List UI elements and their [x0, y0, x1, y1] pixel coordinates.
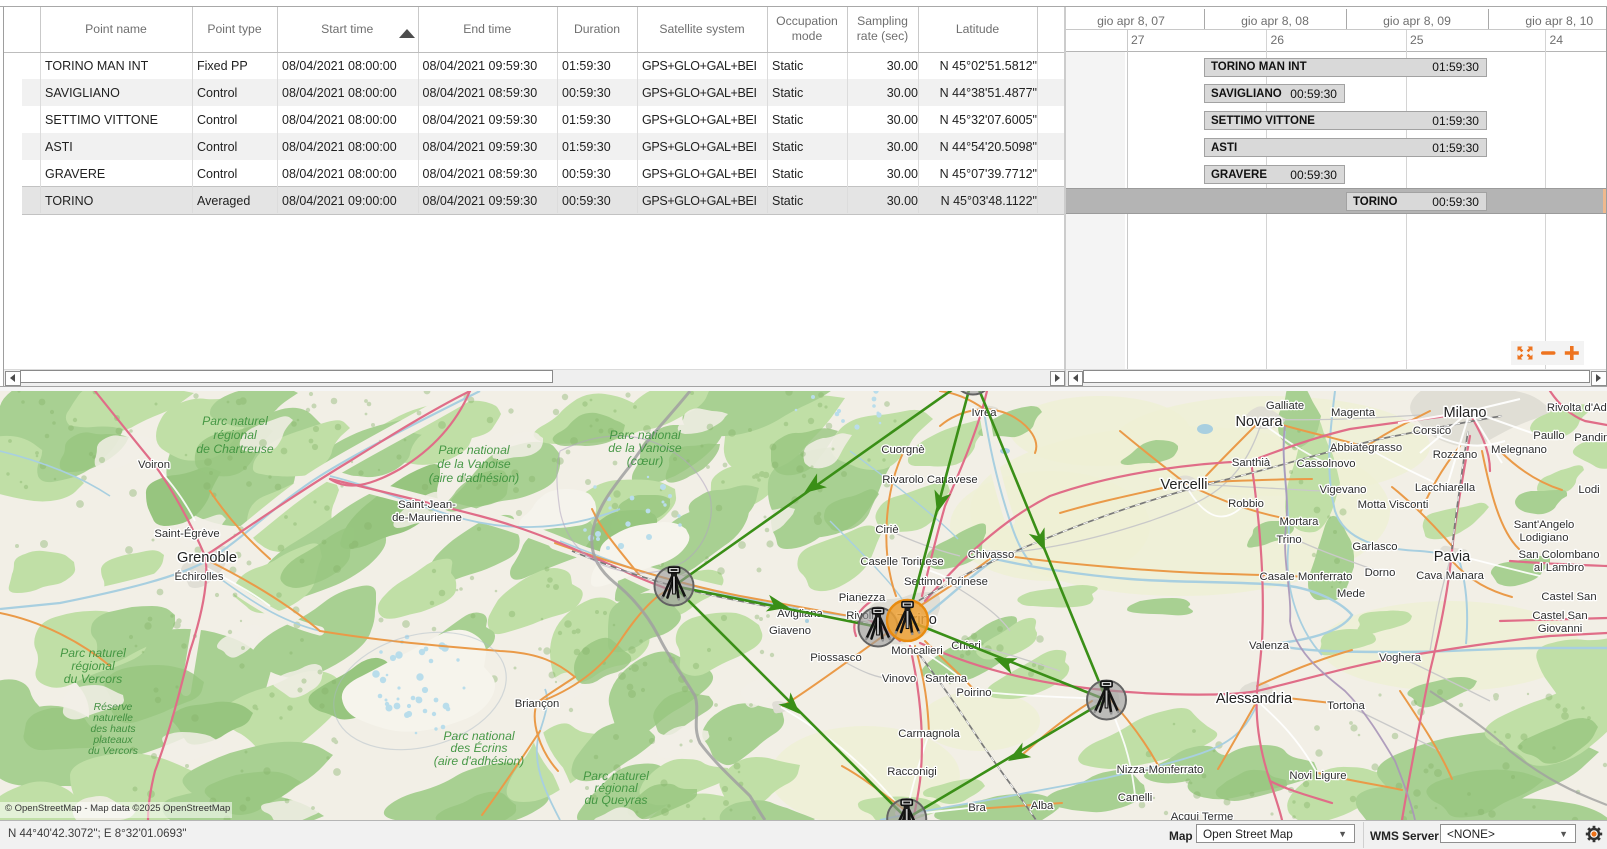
svg-text:Parc national: Parc national — [438, 443, 509, 457]
svg-text:Canelli: Canelli — [1118, 792, 1153, 804]
svg-text:Nizza-Monferrato: Nizza-Monferrato — [1117, 764, 1204, 776]
svg-text:Parc national: Parc national — [609, 428, 680, 442]
svg-text:Acqui Terme: Acqui Terme — [1171, 811, 1234, 820]
svg-text:de Chartreuse: de Chartreuse — [196, 442, 273, 456]
svg-text:Grenoble: Grenoble — [177, 550, 237, 566]
svg-text:Lodi: Lodi — [1578, 484, 1599, 496]
svg-text:(cœur): (cœur) — [627, 454, 664, 468]
svg-text:du Vercors: du Vercors — [64, 672, 122, 686]
svg-text:Trino: Trino — [1276, 534, 1301, 546]
svg-text:Paullo: Paullo — [1533, 430, 1564, 442]
svg-text:de-Maurienne: de-Maurienne — [392, 512, 462, 524]
svg-text:Voghera: Voghera — [1379, 652, 1422, 664]
svg-text:Bra: Bra — [968, 802, 986, 814]
svg-text:Castel San: Castel San — [1532, 610, 1587, 622]
svg-text:Mortara: Mortara — [1280, 516, 1320, 528]
svg-text:Rivarolo Canavese: Rivarolo Canavese — [882, 474, 977, 486]
svg-text:Dorno: Dorno — [1365, 567, 1396, 579]
svg-text:Chieri: Chieri — [951, 640, 981, 652]
svg-text:Ivrea: Ivrea — [971, 407, 997, 419]
svg-text:Pavia: Pavia — [1434, 549, 1471, 565]
svg-text:Castel San: Castel San — [1541, 591, 1596, 603]
svg-text:Lodigiano: Lodigiano — [1520, 532, 1569, 544]
svg-text:al Lambro: al Lambro — [1534, 562, 1584, 574]
svg-text:des hauts: des hauts — [90, 724, 135, 735]
svg-text:(aire d'adhésion): (aire d'adhésion) — [434, 754, 524, 768]
svg-text:Lacchiarella: Lacchiarella — [1415, 482, 1476, 494]
svg-text:Robbio: Robbio — [1228, 498, 1264, 510]
svg-text:Cuorgnè: Cuorgnè — [881, 444, 924, 456]
svg-text:Milano: Milano — [1444, 405, 1487, 421]
svg-text:Cassolnovo: Cassolnovo — [1296, 458, 1355, 470]
svg-text:Corsico: Corsico — [1413, 425, 1451, 437]
svg-text:du Queyras: du Queyras — [584, 793, 647, 807]
svg-text:Caselle Torinese: Caselle Torinese — [860, 556, 943, 568]
svg-text:Saint-Jean-: Saint-Jean- — [398, 499, 456, 511]
svg-text:Moncalieri: Moncalieri — [891, 645, 942, 657]
svg-text:Pianezza: Pianezza — [839, 592, 886, 604]
svg-text:Parc naturel: Parc naturel — [202, 414, 268, 428]
svg-text:Piossasco: Piossasco — [810, 652, 862, 664]
svg-text:Carmagnola: Carmagnola — [898, 728, 960, 740]
svg-text:Magenta: Magenta — [1331, 407, 1376, 419]
svg-text:plateaux: plateaux — [92, 735, 133, 746]
svg-text:Novi Ligure: Novi Ligure — [1289, 770, 1346, 782]
svg-text:de la Vanoise: de la Vanoise — [608, 441, 682, 455]
svg-text:Vinovo: Vinovo — [882, 673, 916, 685]
svg-text:Parc naturel: Parc naturel — [60, 646, 126, 660]
svg-text:Santena: Santena — [925, 673, 968, 685]
svg-text:Melegnano: Melegnano — [1491, 444, 1547, 456]
svg-text:Giaveno: Giaveno — [769, 625, 811, 637]
svg-text:Saint-Égrève: Saint-Égrève — [154, 527, 219, 540]
svg-text:Ciriè: Ciriè — [875, 524, 898, 536]
svg-text:Valenza: Valenza — [1249, 640, 1290, 652]
svg-text:Échirolles: Échirolles — [175, 570, 224, 583]
svg-text:Alba: Alba — [1031, 800, 1054, 812]
svg-text:Poirino: Poirino — [956, 687, 991, 699]
svg-text:régional: régional — [71, 659, 115, 673]
svg-text:Giovanni: Giovanni — [1538, 623, 1583, 635]
svg-text:naturelle: naturelle — [93, 713, 133, 724]
svg-text:Tortona: Tortona — [1327, 700, 1365, 712]
svg-text:Santhià: Santhià — [1232, 457, 1271, 469]
svg-text:Cava Manara: Cava Manara — [1416, 570, 1485, 582]
svg-text:Rivolta d'Add: Rivolta d'Add — [1547, 402, 1607, 414]
svg-text:Racconigi: Racconigi — [887, 766, 937, 778]
svg-text:régional: régional — [213, 428, 257, 442]
svg-text:du Vercors: du Vercors — [88, 746, 138, 757]
svg-text:Novara: Novara — [1235, 414, 1283, 430]
svg-text:Vercelli: Vercelli — [1160, 477, 1207, 493]
svg-text:Réserve: Réserve — [94, 702, 133, 713]
svg-text:de la Vanoise: de la Vanoise — [437, 457, 511, 471]
svg-text:Briançon: Briançon — [515, 698, 560, 710]
svg-text:(aire d'adhésion): (aire d'adhésion) — [429, 471, 519, 485]
svg-text:San Colombano: San Colombano — [1518, 549, 1599, 561]
svg-text:Mede: Mede — [1337, 588, 1365, 600]
svg-text:Casale Monferrato: Casale Monferrato — [1260, 571, 1353, 583]
svg-text:Rozzano: Rozzano — [1433, 449, 1478, 461]
svg-text:des Écrins: des Écrins — [451, 740, 508, 755]
svg-text:Sant'Angelo: Sant'Angelo — [1514, 519, 1575, 531]
svg-text:Garlasco: Garlasco — [1352, 541, 1397, 553]
svg-text:Voiron: Voiron — [138, 459, 170, 471]
svg-text:Vigevano: Vigevano — [1320, 484, 1367, 496]
svg-text:Pandino: Pandino — [1574, 432, 1607, 444]
svg-text:Motta Visconti: Motta Visconti — [1358, 499, 1429, 511]
svg-text:Chivasso: Chivasso — [968, 549, 1014, 561]
svg-text:Abbiategrasso: Abbiategrasso — [1330, 442, 1402, 454]
svg-text:Galliate: Galliate — [1266, 400, 1304, 412]
svg-text:Alessandria: Alessandria — [1216, 691, 1293, 707]
